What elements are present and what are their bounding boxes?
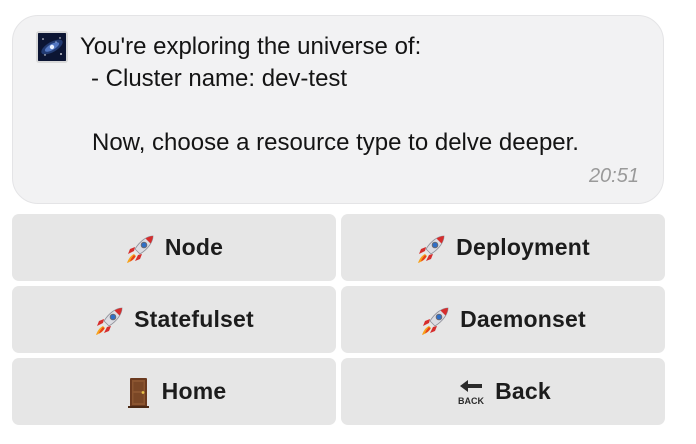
back-icon-text: BACK xyxy=(458,396,484,406)
message-bubble: You're exploring the universe of: - Clus… xyxy=(12,15,664,204)
message-prompt-text: Now, choose a resource type to delve dee… xyxy=(92,129,579,156)
node-button[interactable]: Node xyxy=(12,214,336,281)
home-button[interactable]: Home xyxy=(12,358,336,425)
rocket-icon xyxy=(416,232,448,264)
home-button-label: Home xyxy=(161,378,227,404)
message-intro-text: You're exploring the universe of: xyxy=(80,33,422,60)
galaxy-icon xyxy=(36,31,68,63)
back-arrow-icon: BACK xyxy=(455,376,487,408)
rocket-icon xyxy=(420,304,452,336)
cluster-name-text: - Cluster name: dev-test xyxy=(91,65,348,92)
statefulset-button[interactable]: Statefulset xyxy=(12,286,336,353)
statefulset-button-label: Statefulset xyxy=(134,306,254,332)
deployment-button[interactable]: Deployment xyxy=(341,214,665,281)
back-button[interactable]: BACK Back xyxy=(341,358,665,425)
door-icon xyxy=(122,376,154,408)
deployment-button-label: Deployment xyxy=(456,234,590,260)
rocket-icon xyxy=(94,304,126,336)
node-button-label: Node xyxy=(164,234,224,260)
message-timestamp: 20:51 xyxy=(588,165,639,187)
daemonset-button-label: Daemonset xyxy=(460,306,586,332)
rocket-icon xyxy=(125,232,157,264)
daemonset-button[interactable]: Daemonset xyxy=(341,286,665,353)
back-button-label: Back xyxy=(495,378,551,404)
